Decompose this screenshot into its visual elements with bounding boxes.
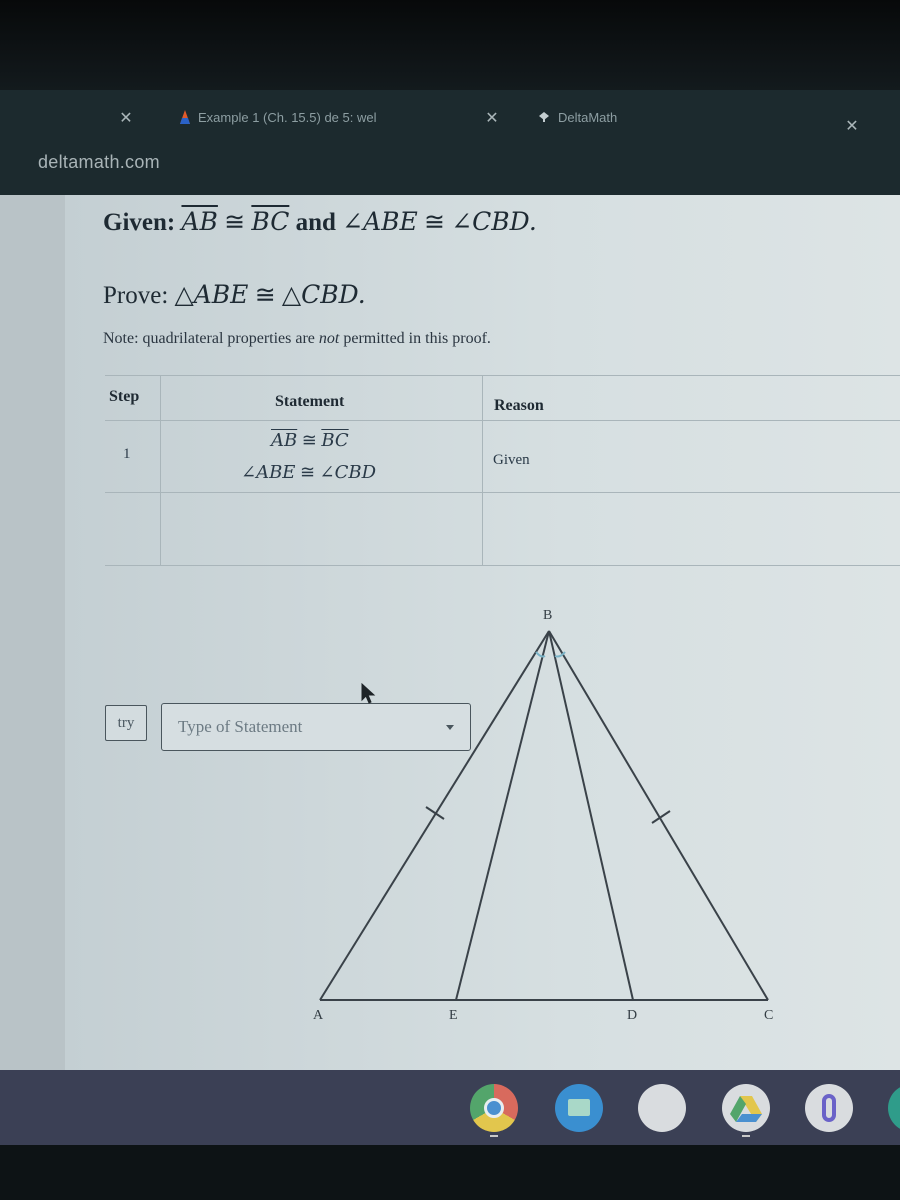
reason-text: Given xyxy=(493,452,530,468)
given-statement: Given: AB ≅ BC and ∠ABE ≅ ∠CBD. xyxy=(103,207,537,236)
deltamath-icon xyxy=(539,112,549,122)
table-divider xyxy=(105,492,900,493)
chrome-icon[interactable] xyxy=(470,1084,518,1132)
files-icon[interactable] xyxy=(555,1084,603,1132)
close-icon[interactable]: ✕ xyxy=(842,112,862,138)
header-step: Step xyxy=(109,388,140,405)
running-indicator xyxy=(490,1135,498,1137)
address-bar[interactable]: deltamath.com xyxy=(38,152,160,173)
tab-label: Example 1 (Ch. 15.5) de 5: wel xyxy=(198,109,377,125)
statement-line: AB ≅ BC xyxy=(271,430,349,451)
page-margin xyxy=(0,195,65,1070)
tab-example[interactable]: Example 1 (Ch. 15.5) de 5: wel xyxy=(180,104,376,130)
page: Given: AB ≅ BC and ∠ABE ≅ ∠CBD. Prove: △… xyxy=(0,195,900,1070)
header-reason: Reason xyxy=(494,397,544,414)
table-divider xyxy=(105,375,900,376)
table-divider xyxy=(160,375,161,565)
try-button[interactable]: try xyxy=(105,705,147,741)
table-divider xyxy=(105,565,900,566)
tab-label: DeltaMath xyxy=(558,109,618,125)
running-indicator xyxy=(742,1135,750,1137)
app-0-icon[interactable] xyxy=(805,1084,853,1132)
mouse-cursor-icon xyxy=(361,683,376,704)
app-icon[interactable] xyxy=(638,1084,686,1132)
statement-type-select[interactable]: Type of Statement xyxy=(161,703,471,751)
close-icon[interactable]: ✕ xyxy=(116,104,136,130)
statement-line: ∠ABE ≅ ∠CBD xyxy=(241,462,377,483)
problem-content: Given: AB ≅ BC and ∠ABE ≅ ∠CBD. Prove: △… xyxy=(65,195,900,1070)
close-icon[interactable]: ✕ xyxy=(482,104,502,130)
gdoc-icon xyxy=(180,110,190,124)
caret-down-icon xyxy=(446,725,454,730)
select-placeholder: Type of Statement xyxy=(178,717,303,736)
drive-icon[interactable] xyxy=(722,1084,770,1132)
proof-note: Note: quadrilateral properties are not p… xyxy=(103,330,491,347)
prove-statement: Prove: △ABE ≅ △CBD. xyxy=(103,280,366,309)
header-statement: Statement xyxy=(275,393,345,410)
tab-deltamath[interactable]: DeltaMath xyxy=(538,104,617,130)
tab-bar: ✕ Example 1 (Ch. 15.5) de 5: wel ✕ Delta… xyxy=(0,90,900,145)
browser-chrome: ✕ Example 1 (Ch. 15.5) de 5: wel ✕ Delta… xyxy=(0,90,900,195)
table-divider xyxy=(105,420,900,421)
table-divider xyxy=(482,375,483,565)
screen-bezel-bottom xyxy=(0,1145,900,1200)
screen-bezel xyxy=(0,0,900,90)
step-number: 1 xyxy=(123,446,131,462)
